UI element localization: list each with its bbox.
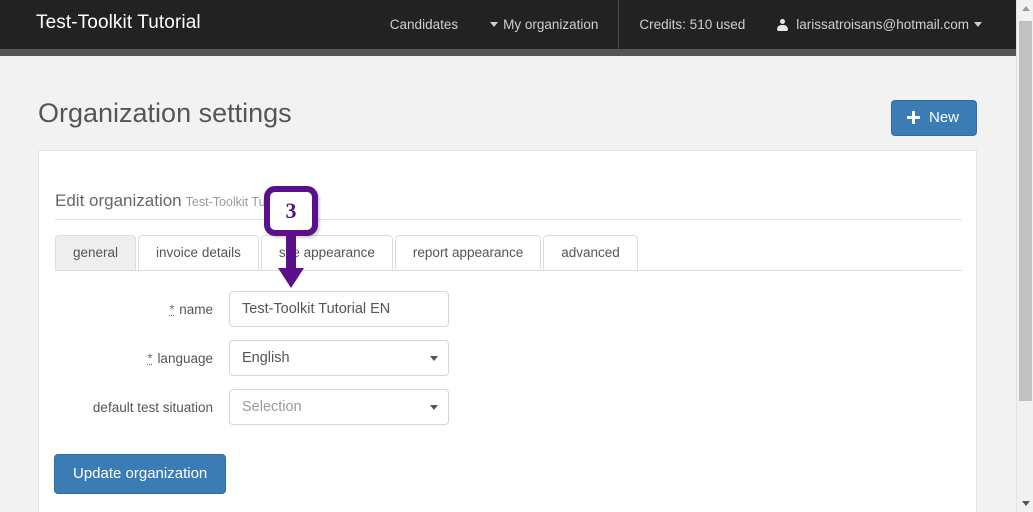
name-field-label: * name [39, 302, 229, 317]
tab-report-appearance[interactable]: report appearance [394, 235, 542, 271]
scroll-down-arrow-icon[interactable] [1017, 495, 1033, 512]
tab-site-appearance[interactable]: site appearance [260, 235, 393, 271]
user-menu[interactable]: larissatroisans@hotmail.com [761, 0, 998, 49]
chevron-down-icon [490, 22, 499, 27]
update-organization-button[interactable]: Update organization [54, 454, 227, 494]
edit-organization-panel: Edit organization Test-Toolkit Tutorial E… [38, 150, 977, 512]
nav-item-candidates[interactable]: Candidates [374, 0, 474, 49]
plus-icon [906, 111, 920, 124]
required-asterisk: * [169, 301, 175, 317]
panel-heading-text: Edit organization [55, 191, 182, 210]
language-select[interactable]: English [229, 340, 449, 376]
language-field-label: * language [39, 351, 229, 366]
language-select-wrapper: English [229, 340, 449, 376]
form-row-default-test-situation: default test situation Selection [39, 389, 976, 425]
default-test-situation-select-wrapper: Selection [229, 389, 449, 425]
name-field-label-text: name [179, 301, 213, 317]
name-input[interactable] [229, 291, 449, 327]
tab-report-appearance-label: report appearance [412, 245, 524, 260]
tab-advanced[interactable]: advanced [543, 235, 638, 271]
form-row-language: * language English [39, 340, 976, 376]
panel-divider [55, 219, 962, 220]
settings-tabs: general invoice details site appearance … [55, 235, 962, 271]
organization-form: * name * language English [39, 291, 976, 494]
default-test-situation-label-text: default test situation [92, 399, 213, 415]
top-navbar: Test-Toolkit Tutorial Candidates My orga… [0, 0, 1016, 49]
navbar-divider [618, 0, 620, 49]
tab-invoice-details-label: invoice details [156, 245, 241, 260]
page-title: Organization settings [38, 98, 292, 128]
user-email-label: larissatroisans@hotmail.com [796, 17, 969, 32]
new-button-label: New [928, 109, 959, 126]
page-body: Organization settings New Edit organizat… [0, 56, 1016, 512]
scrollbar-thumb[interactable] [1019, 21, 1032, 401]
nav-item-candidates-label: Candidates [389, 17, 459, 32]
default-test-situation-select[interactable]: Selection [229, 389, 449, 425]
default-test-situation-field-label: default test situation [39, 400, 229, 415]
scroll-up-arrow-icon[interactable] [1017, 0, 1033, 17]
panel-heading: Edit organization Test-Toolkit Tutorial E… [55, 191, 313, 211]
form-row-name: * name [39, 291, 976, 327]
chevron-down-icon [974, 22, 982, 27]
credits-status: Credits: 510 used [623, 0, 761, 49]
credits-label: Credits: 510 used [639, 17, 746, 32]
tab-general[interactable]: general [55, 235, 137, 271]
navbar-bottom-strip [0, 49, 1016, 56]
navbar-right-group: Candidates My organization Credits: 510 … [374, 0, 998, 49]
tab-advanced-label: advanced [561, 245, 620, 260]
brand-title: Test-Toolkit Tutorial [36, 12, 201, 33]
vertical-scrollbar[interactable] [1016, 0, 1033, 512]
language-field-label-text: language [157, 350, 213, 366]
app-root: Test-Toolkit Tutorial Candidates My orga… [0, 0, 1033, 512]
tab-invoice-details[interactable]: invoice details [138, 235, 259, 271]
nav-item-my-organization-label: My organization [503, 17, 599, 32]
panel-org-name: Test-Toolkit Tutorial EN [185, 195, 314, 209]
tab-site-appearance-label: site appearance [278, 245, 375, 260]
required-asterisk: * [147, 350, 153, 366]
tab-general-label: general [73, 245, 119, 260]
nav-item-my-organization[interactable]: My organization [474, 0, 614, 49]
user-icon [777, 18, 789, 31]
new-button[interactable]: New [890, 100, 977, 136]
